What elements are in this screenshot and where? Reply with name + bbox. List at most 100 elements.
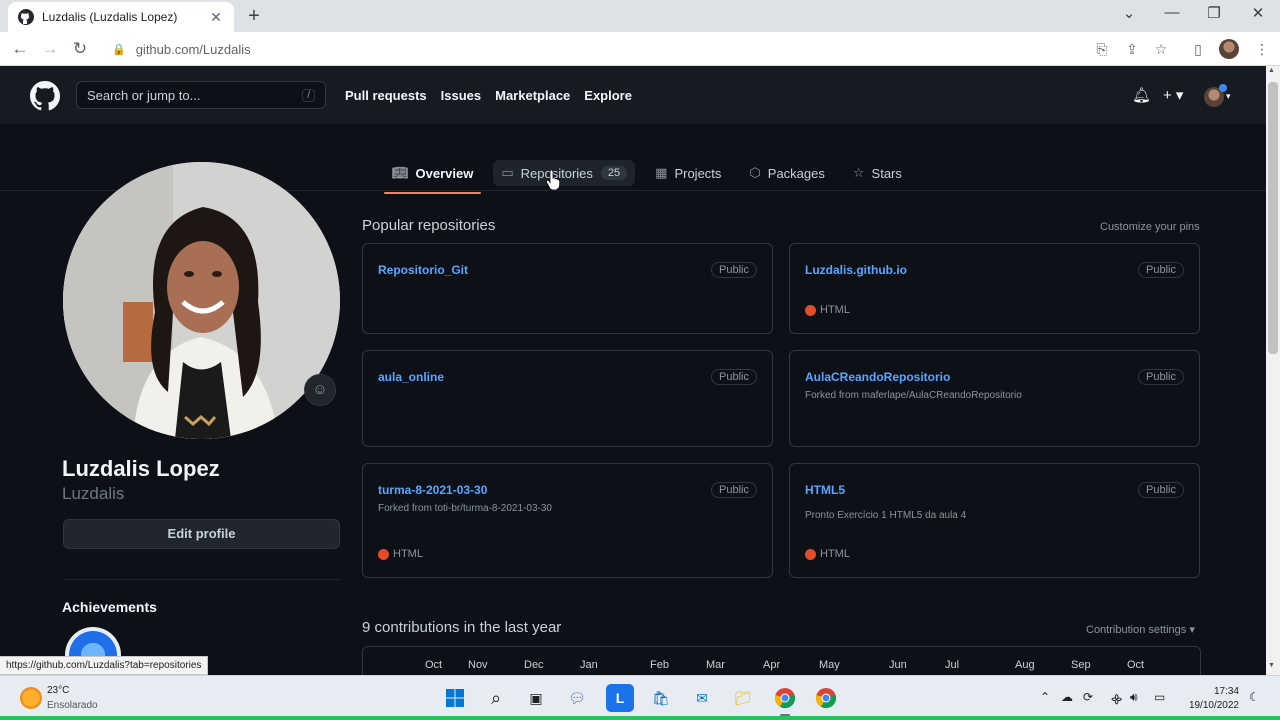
forward-icon[interactable]: →: [39, 38, 61, 60]
weather-sun-icon[interactable]: [20, 687, 42, 709]
browser-tab[interactable]: Luzdalis (Luzdalis Lopez) ✕: [8, 2, 234, 32]
reload-icon[interactable]: ↻: [69, 38, 91, 60]
teams-chat-icon[interactable]: 💬︎: [563, 684, 591, 712]
battery-icon[interactable]: ▭: [1154, 690, 1165, 704]
repo-name-link[interactable]: Repositorio_Git: [378, 263, 468, 277]
repo-language: HTML: [805, 548, 850, 560]
windows-logo-icon: [446, 689, 464, 707]
scroll-up-arrow-icon[interactable]: ▲: [1268, 67, 1275, 74]
wifi-icon[interactable]: ᯽: [1110, 690, 1123, 707]
set-status-smiley-icon[interactable]: ☺: [304, 374, 336, 406]
tab-repositories[interactable]: ▭ Repositories 25: [493, 160, 636, 186]
contributions-heading: 9 contributions in the last year: [362, 619, 562, 636]
mail-icon[interactable]: ✉: [688, 684, 716, 712]
side-panel-icon[interactable]: ▯: [1188, 39, 1208, 59]
language-label: HTML: [393, 548, 423, 560]
month-label: Oct: [425, 659, 443, 671]
bookmark-star-icon[interactable]: ☆: [1151, 39, 1171, 59]
tab-search-chevron-icon[interactable]: ⌄: [1114, 4, 1144, 22]
notification-bell-icon[interactable]: 🔔︎: [1132, 86, 1151, 104]
chrome-profile-icon[interactable]: [812, 684, 840, 712]
tray-chevron-up-icon[interactable]: ⌃: [1040, 690, 1050, 704]
share-icon[interactable]: ⇪: [1122, 39, 1142, 59]
repo-name-link[interactable]: HTML5: [805, 483, 845, 497]
restore-icon[interactable]: ❐: [1199, 4, 1229, 22]
translate-icon[interactable]: ⎘: [1092, 39, 1112, 59]
sync-icon[interactable]: ⟳: [1083, 690, 1093, 704]
nav-pull-requests[interactable]: Pull requests: [345, 88, 427, 103]
repo-name-link[interactable]: turma-8-2021-03-30: [378, 483, 487, 497]
repo-description: Pronto Exercício 1 HTML5 da aula 4: [805, 510, 967, 521]
repo-name-link[interactable]: aula_online: [378, 370, 444, 384]
edit-profile-button[interactable]: Edit profile: [63, 519, 340, 549]
file-explorer-icon[interactable]: 📁︎: [729, 684, 757, 712]
clock-time: 17:34: [1213, 686, 1239, 697]
windows-taskbar: 23°C Ensolarado ⌕ ▣ 💬︎ L 🛍︎ ✉ 📁︎ ⌃ ☁ ⟳ ᯽…: [0, 675, 1280, 720]
onedrive-cloud-icon[interactable]: ☁: [1061, 690, 1073, 704]
tab-stars[interactable]: ☆ Stars: [845, 160, 910, 186]
language-color-dot: [805, 304, 816, 316]
search-placeholder: Search or jump to...: [87, 87, 201, 103]
scroll-down-arrow-icon[interactable]: ▼: [1268, 662, 1275, 669]
github-user-avatar[interactable]: [1204, 84, 1227, 107]
learning-app-icon[interactable]: L: [606, 684, 634, 712]
month-label: Feb: [650, 659, 669, 671]
tab-title: Luzdalis (Luzdalis Lopez): [42, 10, 178, 24]
create-new-plus-icon[interactable]: + ▾: [1163, 86, 1183, 104]
window-close-icon[interactable]: ✕: [1243, 4, 1273, 22]
tab-stars-label: Stars: [871, 165, 902, 181]
repo-icon: ▭: [501, 165, 514, 180]
repo-name-link[interactable]: AulaCReandoRepositorio: [805, 370, 950, 384]
project-table-icon: ▦: [655, 165, 668, 180]
scrollbar-thumb[interactable]: [1268, 82, 1278, 354]
tab-packages[interactable]: ⬡ Packages: [741, 160, 832, 186]
chrome-logo-icon: [774, 688, 796, 709]
visibility-badge: Public: [1138, 369, 1184, 385]
store-icon[interactable]: 🛍︎: [647, 684, 675, 712]
language-color-dot: [805, 548, 816, 560]
customize-pins-link[interactable]: Customize your pins: [1100, 221, 1200, 233]
volume-icon[interactable]: 🔊︎: [1130, 690, 1138, 705]
weather-condition: Ensolarado: [47, 700, 98, 711]
taskbar-clock[interactable]: 17:34 19/10/2022: [1183, 685, 1239, 713]
chrome-icon[interactable]: [771, 684, 799, 717]
repo-name-link[interactable]: Luzdalis.github.io: [805, 263, 907, 277]
repositories-count-badge: 25: [600, 166, 628, 180]
browser-profile-avatar[interactable]: [1219, 39, 1239, 59]
tab-packages-label: Packages: [767, 165, 825, 181]
popular-repositories-heading: Popular repositories: [362, 217, 496, 234]
language-label: HTML: [820, 548, 850, 560]
tab-overview-label: Overview: [415, 165, 474, 181]
task-view-icon[interactable]: ▣: [522, 684, 550, 712]
chrome-logo-icon: [815, 688, 837, 709]
profile-login: Luzdalis: [62, 484, 125, 503]
clock-date: 19/10/2022: [1188, 700, 1239, 711]
github-search-input[interactable]: Search or jump to... /: [76, 81, 326, 109]
visibility-badge: Public: [711, 482, 757, 498]
back-icon[interactable]: ←: [9, 38, 31, 60]
github-global-nav: Pull requests Issues Marketplace Explore: [345, 88, 632, 103]
tab-projects[interactable]: ▦ Projects: [647, 160, 729, 186]
contribution-settings-dropdown[interactable]: Contribution settings ▾: [1086, 623, 1195, 636]
github-logo-icon[interactable]: [30, 81, 60, 111]
notifications-moon-icon[interactable]: ☾: [1249, 690, 1260, 704]
nav-issues[interactable]: Issues: [441, 88, 481, 103]
github-header: Search or jump to... / Pull requests Iss…: [0, 66, 1266, 124]
package-icon: ⬡: [749, 165, 761, 180]
forked-from-text[interactable]: Forked from maferlape/AulaCReandoReposit…: [805, 390, 1022, 401]
book-icon: 📖︎: [392, 165, 409, 180]
chrome-menu-icon[interactable]: ⋮: [1252, 39, 1272, 59]
tab-overview[interactable]: 📖︎ Overview: [384, 160, 482, 194]
new-tab-icon[interactable]: +: [244, 5, 264, 28]
status-bar-url: https://github.com/Luzdalis?tab=reposito…: [0, 656, 209, 675]
start-windows-icon[interactable]: [441, 684, 469, 712]
avatar-caret-icon[interactable]: ▾: [1226, 91, 1231, 102]
tab-close-icon[interactable]: ✕: [208, 9, 224, 26]
repo-card: AulaCReandoRepositorio Public Forked fro…: [789, 350, 1200, 447]
tab-projects-label: Projects: [674, 165, 722, 181]
nav-explore[interactable]: Explore: [584, 88, 632, 103]
nav-marketplace[interactable]: Marketplace: [495, 88, 570, 103]
forked-from-text[interactable]: Forked from toti-br/turma-8-2021-03-30: [378, 503, 552, 514]
minimize-icon[interactable]: —: [1157, 4, 1187, 21]
search-icon[interactable]: ⌕: [482, 684, 510, 712]
